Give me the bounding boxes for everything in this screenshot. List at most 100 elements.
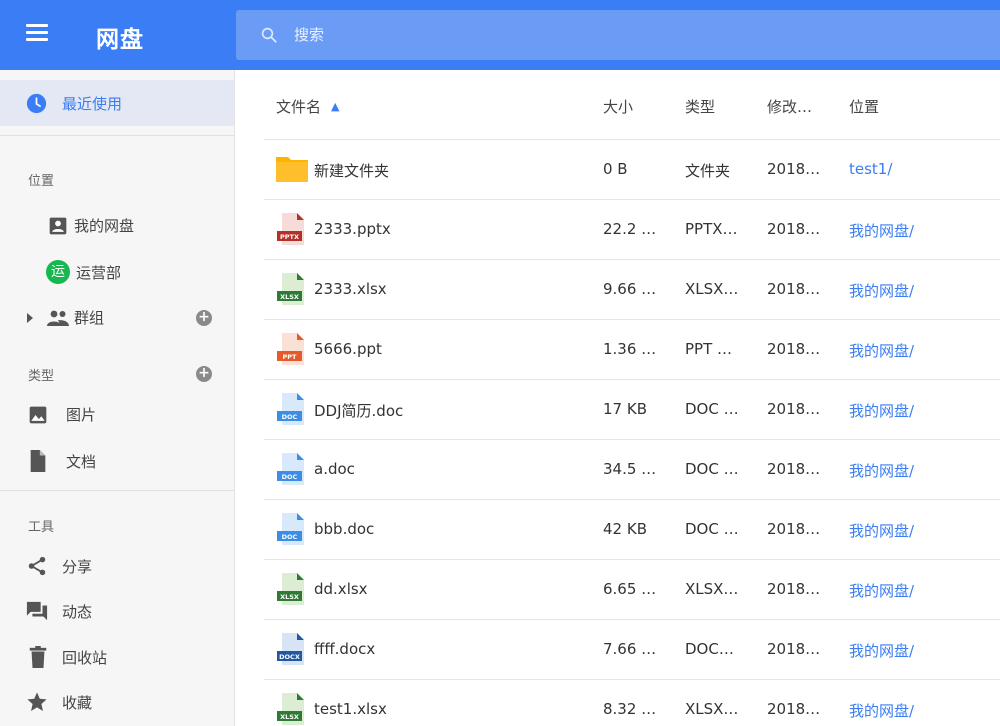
cell-size: 7.66 …: [603, 640, 657, 658]
docx-file-icon: DOCX: [277, 633, 304, 665]
table-row[interactable]: PPT 5666.ppt 1.36 … PPT … 2018… 我的网盘/: [264, 320, 1000, 380]
file-type-tag: DOCX: [279, 653, 300, 661]
cell-size: 17 KB: [603, 400, 647, 418]
table-row[interactable]: PPTX 2333.pptx 22.2 … PPTX… 2018… 我的网盘/: [264, 200, 1000, 260]
folder-icon: [276, 157, 308, 182]
table-header: 文件名 ▲ 大小 类型 修改… 位置: [264, 70, 1000, 140]
doc-file-icon: DOC: [277, 513, 304, 545]
sidebar-item-team[interactable]: 运 运营部: [46, 260, 121, 284]
sidebar-item-label: 分享: [62, 557, 93, 576]
column-header-label: 文件名: [276, 98, 322, 116]
sidebar-item-share[interactable]: 分享: [26, 555, 92, 577]
file-type-tag: DOC: [282, 413, 298, 421]
cell-location[interactable]: 我的网盘/: [849, 280, 914, 301]
table-row[interactable]: DOCX ffff.docx 7.66 … DOC… 2018… 我的网盘/: [264, 620, 1000, 680]
star-icon: [27, 692, 47, 711]
cell-size: 34.5 …: [603, 460, 657, 478]
column-header-type[interactable]: 类型: [685, 96, 715, 117]
cell-location[interactable]: 我的网盘/: [849, 460, 914, 481]
add-group-icon[interactable]: +: [196, 310, 212, 326]
forum-icon: [26, 601, 48, 621]
cell-name: test1.xlsx: [314, 700, 387, 718]
cell-modified: 2018…: [767, 640, 821, 658]
cell-modified: 2018…: [767, 340, 821, 358]
cell-location[interactable]: 我的网盘/: [849, 400, 914, 421]
table-row[interactable]: 新建文件夹 0 B 文件夹 2018… test1/: [264, 140, 1000, 200]
document-icon: [30, 450, 46, 472]
clock-icon: [26, 93, 47, 114]
table-row[interactable]: DOC a.doc 34.5 … DOC … 2018… 我的网盘/: [264, 440, 1000, 500]
cell-name: DDJ简历.doc: [314, 402, 404, 420]
sidebar-item-groups[interactable]: 群组: [26, 307, 104, 328]
cell-name: 新建文件夹: [314, 162, 390, 180]
file-type-tag: XLSX: [280, 713, 299, 721]
caret-right-icon[interactable]: [26, 312, 34, 323]
sidebar-item-label: 文档: [66, 452, 97, 471]
cell-location[interactable]: 我的网盘/: [849, 340, 914, 361]
cell-size: 8.32 …: [603, 700, 657, 718]
cell-name: a.doc: [314, 460, 355, 478]
file-type-tag: XLSX: [280, 593, 299, 601]
column-header-name[interactable]: 文件名 ▲: [276, 96, 339, 117]
doc-file-icon: DOC: [277, 393, 304, 425]
top-app-bar: 网盘: [0, 0, 1000, 70]
section-label-location: 位置: [28, 174, 55, 189]
sidebar-item-documents[interactable]: 文档: [28, 450, 96, 472]
cell-name: 2333.pptx: [314, 220, 391, 238]
table-row[interactable]: DOC bbb.doc 42 KB DOC … 2018… 我的网盘/: [264, 500, 1000, 560]
table-row[interactable]: XLSX dd.xlsx 6.65 … XLSX… 2018… 我的网盘/: [264, 560, 1000, 620]
image-icon: [29, 406, 47, 423]
search-input[interactable]: [294, 10, 974, 60]
column-header-size[interactable]: 大小: [603, 96, 633, 117]
cell-location[interactable]: 我的网盘/: [849, 700, 914, 721]
cell-size: 0 B: [603, 160, 628, 178]
cell-modified: 2018…: [767, 520, 821, 538]
cell-type: XLSX…: [685, 280, 739, 298]
add-type-icon[interactable]: +: [196, 366, 212, 382]
share-icon: [28, 556, 46, 576]
cell-name: dd.xlsx: [314, 580, 368, 598]
table-row[interactable]: DOC DDJ简历.doc 17 KB DOC … 2018… 我的网盘/: [264, 380, 1000, 440]
column-header-location[interactable]: 位置: [849, 96, 879, 117]
divider: [0, 490, 234, 491]
cell-modified: 2018…: [767, 220, 821, 238]
cell-modified: 2018…: [767, 460, 821, 478]
sort-ascending-icon[interactable]: ▲: [331, 100, 339, 113]
account-box-icon: [49, 217, 67, 234]
sidebar-item-activity[interactable]: 动态: [26, 600, 92, 622]
column-header-modified[interactable]: 修改…: [767, 96, 812, 117]
search-bar[interactable]: [236, 10, 1000, 60]
sidebar-item-favorites[interactable]: 收藏: [26, 691, 92, 713]
sidebar-item-images[interactable]: 图片: [28, 404, 96, 425]
cell-name: 2333.xlsx: [314, 280, 387, 298]
section-label-type: 类型: [28, 369, 55, 384]
sidebar-item-label: 收藏: [62, 693, 93, 712]
sidebar-item-my-drive[interactable]: 我的网盘: [48, 215, 134, 236]
cell-modified: 2018…: [767, 580, 821, 598]
app-title: 网盘: [96, 27, 144, 53]
divider: [0, 135, 234, 136]
search-icon: [261, 27, 277, 43]
group-icon: [47, 310, 69, 326]
table-row[interactable]: XLSX 2333.xlsx 9.66 … XLSX… 2018… 我的网盘/: [264, 260, 1000, 320]
cell-type: XLSX…: [685, 580, 739, 598]
menu-icon[interactable]: [26, 24, 48, 46]
cell-location[interactable]: 我的网盘/: [849, 580, 914, 601]
cell-type: PPT …: [685, 340, 733, 358]
file-type-tag: DOC: [282, 473, 298, 481]
cell-location[interactable]: 我的网盘/: [849, 640, 914, 661]
section-label-tools: 工具: [28, 520, 55, 535]
cell-location[interactable]: 我的网盘/: [849, 220, 914, 241]
sidebar-item-trash[interactable]: 回收站: [28, 646, 107, 668]
pptx-file-icon: PPTX: [277, 213, 304, 245]
cell-location[interactable]: test1/: [849, 160, 892, 178]
file-list: 文件名 ▲ 大小 类型 修改… 位置 新建文件夹 0 B 文件夹 2018… test1/…: [236, 70, 1000, 726]
xlsx-file-icon: XLSX: [277, 273, 304, 305]
cell-size: 1.36 …: [603, 340, 657, 358]
sidebar-item-recent[interactable]: 最近使用: [0, 80, 234, 126]
table-row[interactable]: XLSX test1.xlsx 8.32 … XLSX… 2018… 我的网盘/: [264, 680, 1000, 726]
cell-size: 22.2 …: [603, 220, 657, 238]
cell-location[interactable]: 我的网盘/: [849, 520, 914, 541]
cell-name: ffff.docx: [314, 640, 376, 658]
cell-type: PPTX…: [685, 220, 738, 238]
